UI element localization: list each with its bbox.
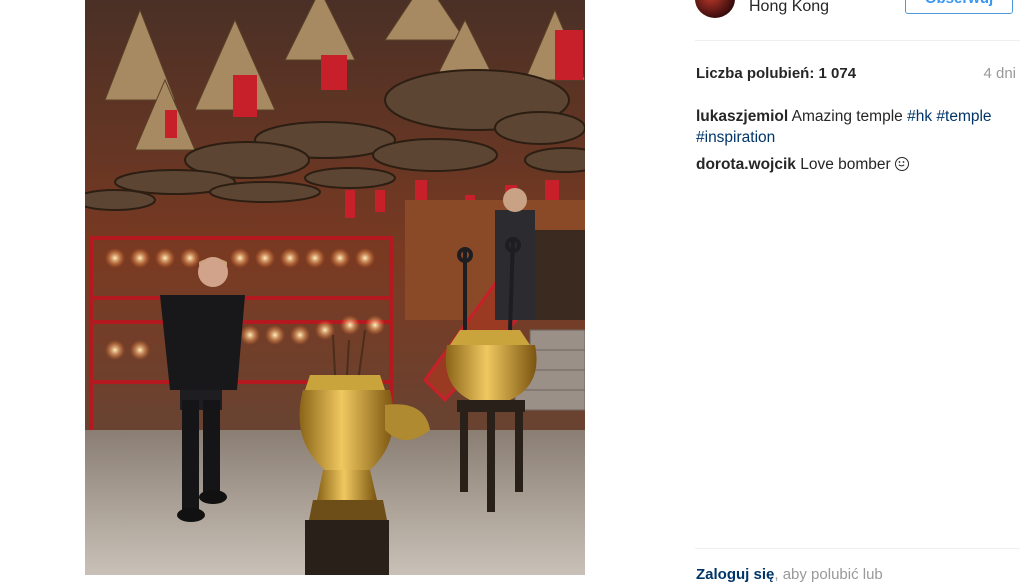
hashtag-hk[interactable]: #hk: [907, 108, 932, 125]
comment-text: Love bomber: [800, 156, 891, 173]
post-photo[interactable]: [85, 0, 585, 575]
smiling-face-icon: [895, 157, 910, 171]
follow-button[interactable]: Obserwuj: [905, 0, 1013, 14]
comment-username[interactable]: dorota.wojcik: [696, 156, 796, 173]
post-sidebar: Hong Kong Obserwuj Liczba polubień: 1 07…: [695, 0, 1024, 583]
hashtag-temple[interactable]: #temple: [936, 108, 991, 125]
caption-text: Amazing temple: [791, 108, 903, 125]
comment-item: dorota.wojcik Love bomber: [696, 154, 1016, 175]
caption: lukaszjemiol Amazing temple #hk #temple …: [696, 106, 1016, 148]
divider: [695, 548, 1020, 549]
divider: [695, 40, 1020, 41]
likes-count[interactable]: Liczba polubień: 1 074: [696, 65, 856, 82]
caption-username[interactable]: lukaszjemiol: [696, 108, 788, 125]
hashtag-inspiration[interactable]: #inspiration: [696, 129, 775, 146]
temple-photo-image: [85, 0, 585, 575]
avatar[interactable]: [695, 0, 735, 18]
location-link[interactable]: Hong Kong: [749, 0, 829, 16]
post-time[interactable]: 4 dni: [983, 65, 1016, 82]
